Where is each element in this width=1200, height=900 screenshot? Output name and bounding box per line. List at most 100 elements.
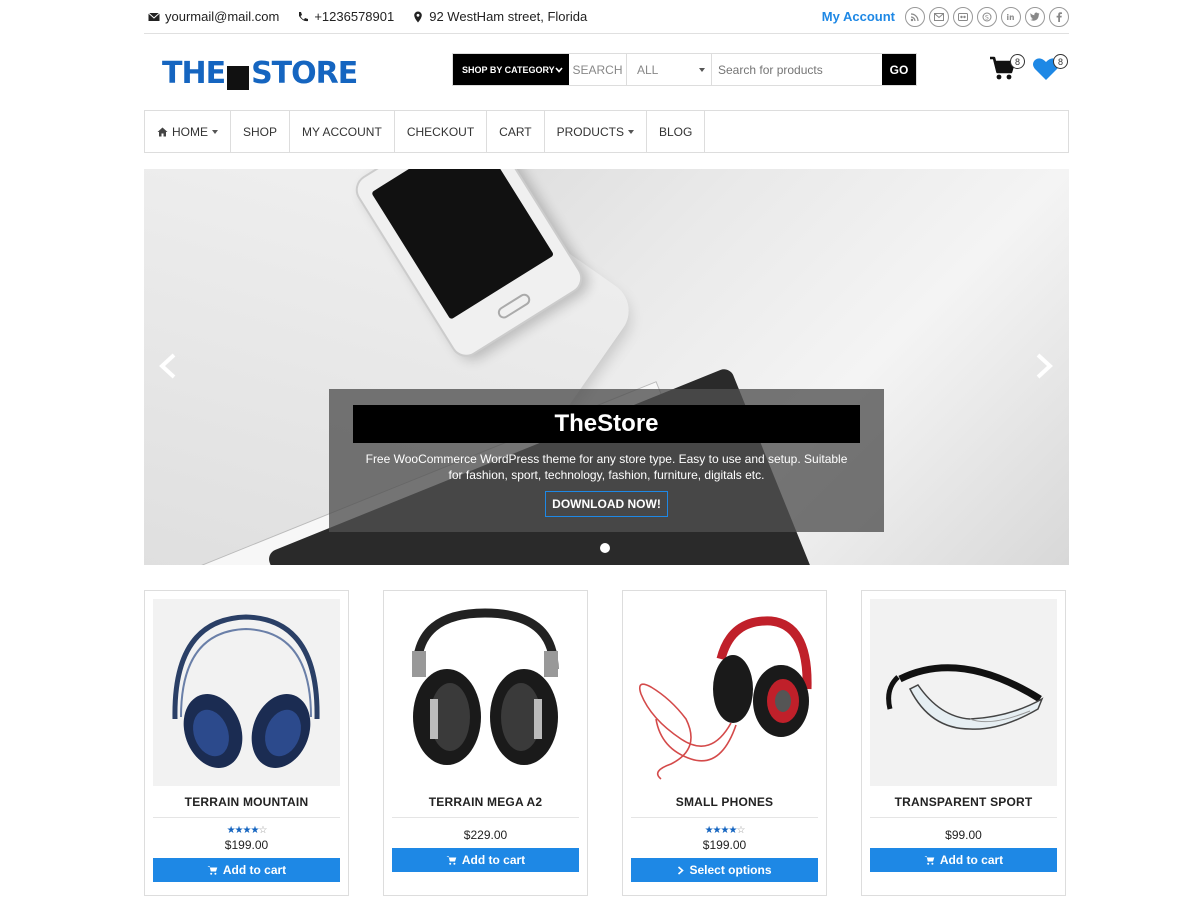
slider-prev-arrow-icon[interactable]: [158, 353, 178, 379]
product-search-bar: SHOP BY CATEGORY SEARCH ALL GO: [452, 53, 917, 86]
my-account-link[interactable]: My Account: [822, 9, 895, 24]
shopping-bag-icon: [227, 65, 250, 90]
main-nav: HOME SHOP MY ACCOUNT CHECKOUT CART PRODU…: [144, 110, 1069, 153]
skype-icon[interactable]: S: [977, 6, 997, 27]
caret-down-icon: [699, 67, 705, 72]
star-empty-icon: ☆: [736, 825, 745, 836]
wishlist-button[interactable]: 8: [1032, 54, 1068, 86]
button-label: Add to cart: [222, 863, 287, 877]
nav-item-blog[interactable]: BLOG: [647, 111, 706, 152]
nav-item-label: CHECKOUT: [406, 124, 475, 139]
category-select-value: ALL: [637, 62, 659, 77]
nav-item-label: SHOP: [243, 124, 278, 139]
twitter-icon[interactable]: [1025, 6, 1045, 27]
slider-next-arrow-icon[interactable]: [1034, 353, 1054, 379]
caret-down-icon: [212, 129, 218, 134]
contact-info: yourmail@mail.com +1236578901 92 WestHam…: [144, 9, 587, 24]
nav-item-label: BLOG: [658, 124, 693, 139]
cart-icon: [924, 856, 935, 865]
go-button[interactable]: GO: [882, 54, 916, 85]
star-icon: ★★★★: [704, 825, 738, 836]
cart-icon: [446, 856, 457, 865]
cart-count-badge: 8: [1010, 54, 1025, 69]
product-name[interactable]: SMALL PHONES: [623, 795, 826, 809]
flickr-icon[interactable]: [953, 6, 973, 27]
nav-item-label: PRODUCTS: [556, 124, 624, 139]
button-label: Add to cart: [461, 853, 526, 867]
button-label: Add to cart: [939, 853, 1004, 867]
address-text: 92 WestHam street, Florida: [429, 9, 588, 24]
product-name[interactable]: TERRAIN MOUNTAIN: [145, 795, 348, 809]
nav-item-shop[interactable]: SHOP: [231, 111, 291, 152]
mail-icon[interactable]: [929, 6, 949, 27]
slide-description: Free WooCommerce WordPress theme for any…: [365, 452, 848, 482]
product-name[interactable]: TERRAIN MEGA A2: [384, 795, 587, 809]
linkedin-icon[interactable]: in: [1001, 6, 1021, 27]
product-grid: TERRAIN MOUNTAIN ★★★★☆ $199.00 Add to ca…: [144, 590, 1069, 896]
nav-item-home[interactable]: HOME: [145, 111, 231, 152]
product-image[interactable]: [153, 599, 340, 786]
email-item[interactable]: yourmail@mail.com: [148, 9, 279, 24]
shop-by-category-label: SHOP BY CATEGORY: [462, 64, 555, 75]
divider: [631, 817, 818, 818]
phone-icon: [299, 11, 309, 21]
select-options-button[interactable]: Select options: [631, 858, 818, 882]
top-right: My Account S in: [822, 6, 1069, 27]
download-now-button[interactable]: DOWNLOAD NOW!: [545, 491, 668, 517]
star-empty-icon: ☆: [258, 825, 267, 836]
hero-slider: TheStore Free WooCommerce WordPress them…: [144, 169, 1069, 565]
nav-item-checkout[interactable]: CHECKOUT: [395, 111, 488, 152]
product-price: $99.00: [945, 828, 982, 842]
search-input[interactable]: [712, 54, 882, 85]
cart-button[interactable]: 8: [989, 54, 1025, 86]
category-select[interactable]: ALL: [627, 54, 712, 85]
phone-text: +1236578901: [314, 9, 395, 24]
shop-by-category-button[interactable]: SHOP BY CATEGORY: [453, 54, 569, 85]
slide-title: TheStore: [353, 405, 860, 443]
product-card: TRANSPARENT SPORT $99.00 Add to cart: [861, 590, 1066, 896]
svg-text:S: S: [985, 14, 989, 21]
add-to-cart-button[interactable]: Add to cart: [153, 858, 340, 882]
envelope-icon: [148, 12, 160, 21]
cart-icon: [207, 866, 218, 875]
star-icon: ★★★★: [226, 825, 260, 836]
rss-icon[interactable]: [905, 6, 925, 27]
slide-caption: TheStore Free WooCommerce WordPress them…: [329, 389, 884, 532]
site-logo[interactable]: THE STORE: [162, 56, 358, 91]
site-header: THE STORE SHOP BY CATEGORY SEARCH ALL GO…: [144, 34, 1069, 108]
divider: [153, 817, 340, 818]
star-rating: ★★★★☆: [145, 825, 348, 836]
logo-text-right: STORE: [251, 56, 358, 91]
home-icon: [157, 127, 168, 136]
nav-item-products[interactable]: PRODUCTS: [545, 111, 647, 152]
slider-dot[interactable]: [600, 543, 610, 553]
nav-item-my-account[interactable]: MY ACCOUNT: [290, 111, 395, 152]
email-text: yourmail@mail.com: [165, 9, 280, 24]
product-price: $199.00: [702, 838, 747, 852]
product-name[interactable]: TRANSPARENT SPORT: [862, 795, 1065, 809]
divider: [392, 817, 579, 818]
product-card: TERRAIN MOUNTAIN ★★★★☆ $199.00 Add to ca…: [144, 590, 349, 896]
product-price: $199.00: [224, 838, 269, 852]
chevron-right-icon: [678, 865, 685, 875]
product-image[interactable]: [870, 599, 1057, 786]
caret-down-icon: [627, 129, 634, 134]
add-to-cart-button[interactable]: Add to cart: [870, 848, 1057, 872]
product-card: TERRAIN MEGA A2 $229.00 Add to cart: [383, 590, 588, 896]
chevron-down-icon: [555, 66, 563, 73]
address-item: 92 WestHam street, Florida: [412, 9, 587, 24]
add-to-cart-button[interactable]: Add to cart: [392, 848, 579, 872]
button-label: Select options: [689, 863, 772, 877]
top-bar: yourmail@mail.com +1236578901 92 WestHam…: [144, 0, 1069, 34]
facebook-icon[interactable]: [1049, 6, 1069, 27]
product-image[interactable]: [631, 599, 818, 786]
phone-item[interactable]: +1236578901: [297, 9, 394, 24]
divider: [870, 817, 1057, 818]
map-marker-icon: [414, 11, 423, 22]
nav-item-cart[interactable]: CART: [487, 111, 545, 152]
nav-item-label: MY ACCOUNT: [302, 124, 382, 139]
logo-text-left: THE: [162, 56, 226, 91]
product-image[interactable]: [392, 599, 579, 786]
product-card: SMALL PHONES ★★★★☆ $199.00 Select option…: [622, 590, 827, 896]
nav-item-label: CART: [499, 124, 532, 139]
